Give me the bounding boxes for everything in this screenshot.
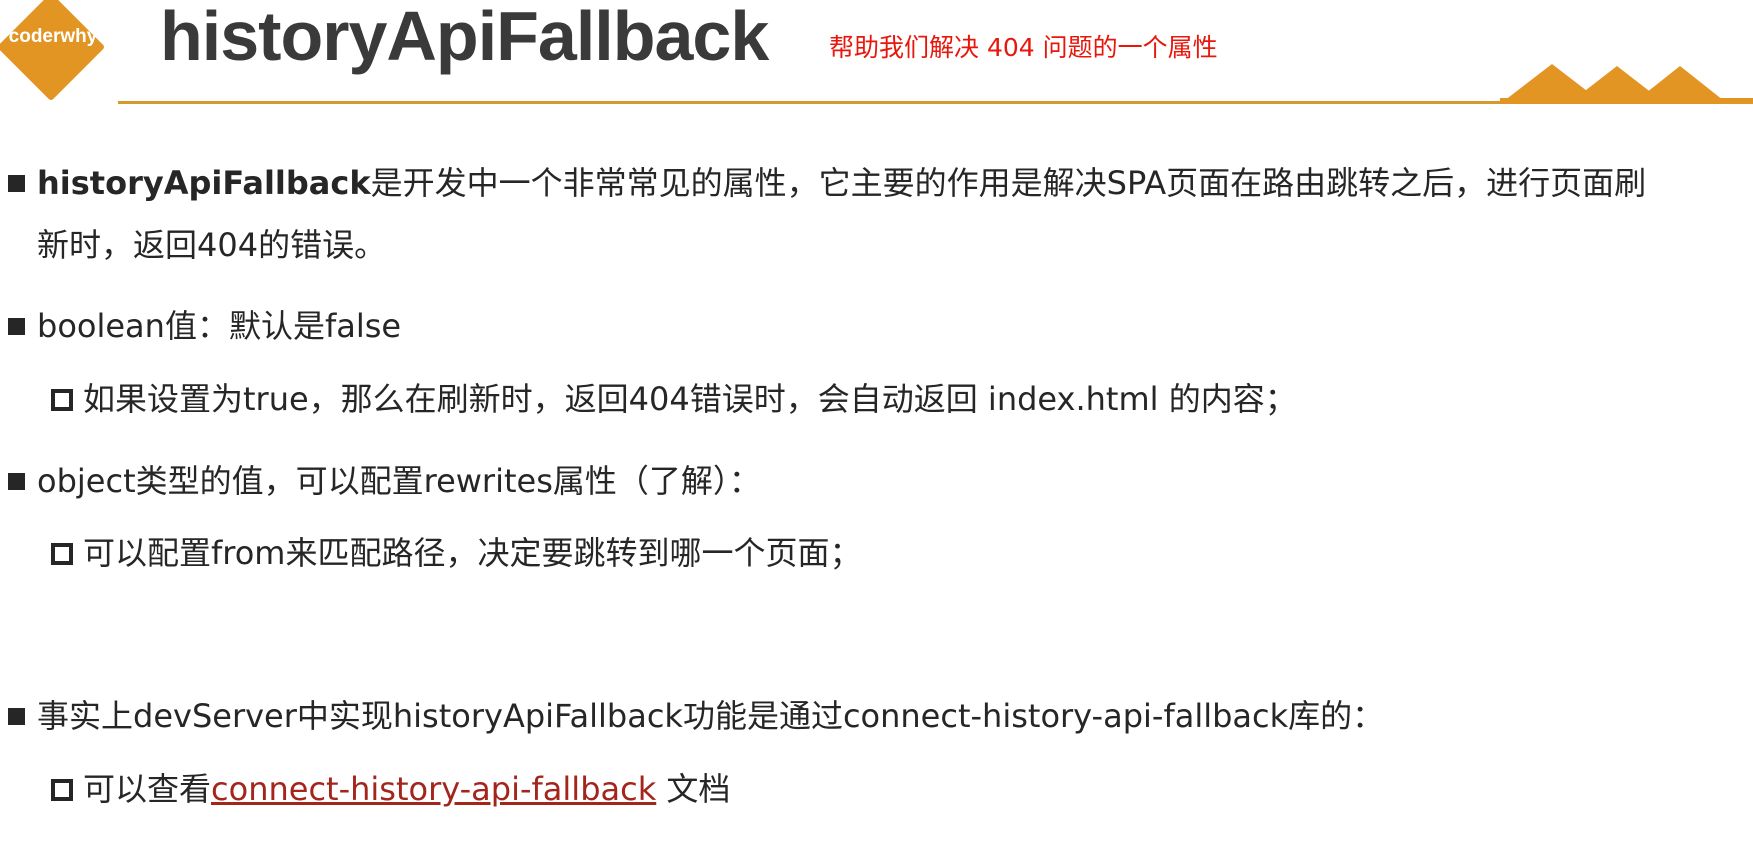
- bold-term: historyApiFallback: [37, 164, 371, 202]
- sub-item-3-1: 可以配置from来匹配路径，决定要跳转到哪一个页面；: [83, 534, 862, 572]
- hollow-square-bullet-icon: [51, 543, 73, 565]
- bullet-item-2: boolean值：默认是false: [37, 307, 402, 345]
- square-bullet-icon: [8, 473, 25, 490]
- sub-item-4-1-suffix: 文档: [656, 770, 731, 808]
- page-title: historyApiFallback: [160, 0, 769, 75]
- bullet-item-1-line-1: historyApiFallback是开发中一个非常常见的属性，它主要的作用是解…: [37, 152, 1646, 214]
- logo-diamond-icon: [0, 0, 104, 100]
- bullet-item-1-line-2: 新时，返回404的错误。: [37, 226, 387, 264]
- square-bullet-icon: [8, 175, 25, 192]
- square-bullet-icon: [8, 318, 25, 335]
- sub-item-4-1: 可以查看connect-history-api-fallback 文档: [83, 758, 730, 820]
- item-1-text: 是开发中一个非常常见的属性，它主要的作用是解决SPA页面在路由跳转之后，进行页面…: [370, 164, 1647, 202]
- hollow-square-bullet-icon: [51, 389, 73, 411]
- mountain-decoration-icon: [1500, 64, 1753, 104]
- bullet-item-4: 事实上devServer中实现historyApiFallback功能是通过co…: [37, 697, 1385, 735]
- hollow-square-bullet-icon: [51, 779, 73, 801]
- square-bullet-icon: [8, 708, 25, 725]
- bullet-item-3: object类型的值，可以配置rewrites属性（了解）：: [37, 462, 761, 500]
- sub-item-4-1-prefix: 可以查看: [83, 770, 212, 808]
- logo: coderwhy: [0, 0, 106, 102]
- sub-item-2-1: 如果设置为true，那么在刷新时，返回404错误时，会自动返回 index.ht…: [83, 380, 1297, 418]
- connect-history-api-fallback-link[interactable]: connect-history-api-fallback: [211, 770, 656, 808]
- red-annotation: 帮助我们解决 404 问题的一个属性: [829, 33, 1218, 62]
- logo-text: coderwhy: [8, 26, 98, 47]
